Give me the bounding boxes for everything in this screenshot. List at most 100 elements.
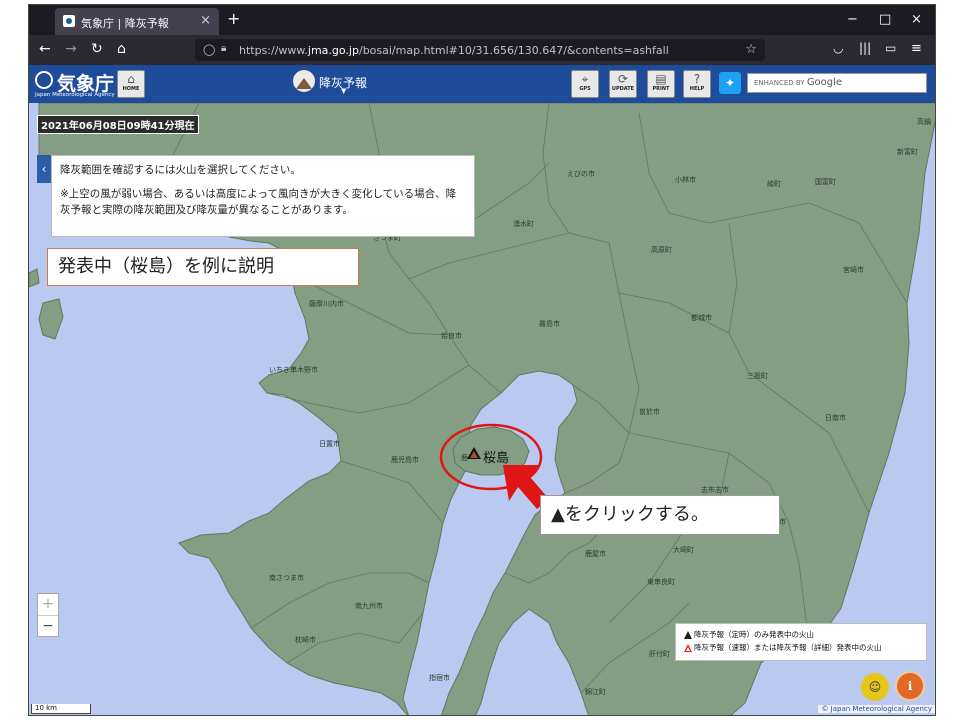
place-label: 都城市 bbox=[691, 314, 712, 322]
browser-window: 気象庁 | 降灰予報 × + − □ × ← → ↻ ⌂ ◯ 🔒︎ https:… bbox=[28, 4, 936, 716]
red-triangle-icon bbox=[684, 644, 692, 652]
zoom-in-button[interactable]: + bbox=[38, 594, 58, 616]
chevron-left-icon: ‹ bbox=[41, 162, 47, 176]
place-label: 高鍋 bbox=[917, 118, 931, 126]
help-button[interactable]: ? HELP bbox=[683, 70, 711, 98]
search-placeholder: ENHANCED BY bbox=[754, 79, 805, 87]
google-brand: Google bbox=[806, 77, 843, 88]
place-label: 南さつま市 bbox=[269, 574, 304, 582]
back-icon[interactable]: ← bbox=[39, 41, 51, 57]
home-button-label: HOME bbox=[122, 86, 140, 92]
info-panel: 降灰範囲を確認するには火山を選択してください。 ※上空の風が弱い場合、あるいは高… bbox=[51, 155, 475, 237]
tab-close-icon[interactable]: × bbox=[200, 13, 211, 28]
tab-title: 気象庁 | 降灰予報 bbox=[81, 17, 169, 30]
reload-icon[interactable]: ↻ bbox=[91, 41, 103, 57]
twitter-bird-icon[interactable]: ✦ bbox=[719, 72, 741, 94]
place-label: 霧島市 bbox=[539, 320, 560, 328]
content-selector[interactable]: 降灰予報 ▼ bbox=[293, 70, 367, 95]
tab-bar: 気象庁 | 降灰予報 × + − □ × bbox=[29, 5, 935, 35]
annotation-callout-example: 発表中（桜島）を例に説明 bbox=[47, 248, 359, 286]
scale-bar: 10 km bbox=[31, 704, 91, 714]
volcano-name-label[interactable]: 桜島 bbox=[483, 447, 509, 466]
volcano-triangle-icon[interactable] bbox=[467, 447, 481, 459]
book-info-icon[interactable]: ℹ bbox=[895, 671, 925, 701]
legend-row-regular: 降灰予報（定時）のみ発表中の火山 bbox=[684, 628, 918, 641]
print-button-label: PRINT bbox=[652, 86, 670, 92]
place-label: えびの市 bbox=[567, 170, 595, 178]
annotation-callout-click: ▲をクリックする。 bbox=[540, 495, 780, 535]
close-window-button[interactable]: × bbox=[911, 12, 922, 27]
map-canvas[interactable]: えびの市 小林市 綾町 国富町 新富町 高鍋 湧水町 高原町 宮崎市 さつま町 … bbox=[29, 103, 935, 715]
jma-logo-icon bbox=[35, 71, 53, 89]
library-icon[interactable]: ||| bbox=[859, 41, 871, 55]
place-label: 三股町 bbox=[747, 372, 768, 380]
legend-regular-label: 降灰予報（定時）のみ発表中の火山 bbox=[694, 630, 814, 639]
home-icon[interactable]: ⌂ bbox=[117, 41, 126, 57]
jma-header: 気象庁 Japan Meteorological Agency ⌂ HOME 降… bbox=[29, 65, 935, 105]
place-label: 曽於市 bbox=[639, 408, 660, 416]
url-text[interactable]: https://www.jma.go.jp/bosai/map.html#10/… bbox=[239, 44, 669, 57]
help-button-label: HELP bbox=[689, 86, 705, 92]
zoom-out-button[interactable]: − bbox=[38, 616, 58, 637]
place-label: 薩摩川内市 bbox=[309, 300, 344, 308]
solid-triangle-icon bbox=[684, 631, 692, 639]
info-note: ※上空の風が弱い場合、あるいは高度によって風向きが大きく変化している場合、降灰予… bbox=[60, 188, 457, 216]
place-label: 小林市 bbox=[675, 176, 696, 184]
gps-icon: ⌖ bbox=[581, 72, 589, 86]
info-instruction: 降灰範囲を確認するには火山を選択してください。 bbox=[60, 164, 301, 176]
menu-icon[interactable]: ≡ bbox=[911, 41, 922, 56]
google-search-input[interactable]: ENHANCED BY Google bbox=[747, 73, 927, 93]
place-label: 綾町 bbox=[767, 180, 781, 188]
chevron-down-icon: ▼ bbox=[341, 87, 347, 95]
place-label: 錦江町 bbox=[585, 688, 606, 696]
jma-favicon-icon bbox=[63, 15, 75, 27]
forward-icon[interactable]: → bbox=[65, 41, 77, 57]
place-label: 日南市 bbox=[825, 414, 846, 422]
place-label: 枕崎市 bbox=[295, 636, 316, 644]
url-bar[interactable]: ◯ 🔒︎ https://www.jma.go.jp/bosai/map.htm… bbox=[195, 39, 765, 61]
update-button[interactable]: ⟳ UPDATE bbox=[609, 70, 637, 98]
timestamp-label: 2021年06月08日09時41分現在 bbox=[37, 115, 199, 134]
legend-detailed-label: 降灰予報（速報）または降灰予報（詳細）発表中の火山 bbox=[694, 643, 882, 652]
print-button[interactable]: ▤ PRINT bbox=[647, 70, 675, 98]
update-button-label: UPDATE bbox=[611, 86, 635, 92]
shield-icon[interactable]: ◯ bbox=[203, 43, 215, 56]
bookmark-star-icon[interactable]: ☆ bbox=[745, 42, 757, 57]
maximize-button[interactable]: □ bbox=[879, 12, 891, 27]
jma-logo[interactable]: 気象庁 Japan Meteorological Agency bbox=[35, 69, 115, 99]
place-label: 新富町 bbox=[897, 148, 918, 156]
place-label: 日置市 bbox=[319, 440, 340, 448]
place-label: 高原町 bbox=[651, 246, 672, 254]
browser-tab[interactable]: 気象庁 | 降灰予報 × bbox=[55, 8, 219, 35]
zoom-control: + − bbox=[37, 593, 59, 637]
update-icon: ⟳ bbox=[617, 72, 629, 86]
copyright-text: © Japan Meteorological Agency bbox=[818, 705, 935, 713]
place-label: 大崎町 bbox=[673, 546, 694, 554]
place-label: 宮崎市 bbox=[843, 266, 864, 274]
new-tab-button[interactable]: + bbox=[227, 9, 240, 28]
logo-english: Japan Meteorological Agency bbox=[35, 92, 115, 98]
panel-collapse-button[interactable]: ‹ bbox=[37, 155, 51, 183]
minimize-button[interactable]: − bbox=[847, 12, 858, 27]
place-label: いちき串木野市 bbox=[269, 366, 318, 374]
gps-button-label: GPS bbox=[579, 86, 591, 92]
place-label: 国富町 bbox=[815, 178, 836, 186]
print-icon: ▤ bbox=[655, 72, 667, 86]
place-label: 肝付町 bbox=[649, 650, 670, 658]
place-label: 指宿市 bbox=[429, 674, 450, 682]
gps-button[interactable]: ⌖ GPS bbox=[571, 70, 599, 98]
place-label: 志布志市 bbox=[701, 486, 729, 494]
volcano-icon bbox=[293, 70, 315, 92]
place-label: 湧水町 bbox=[513, 220, 534, 228]
place-label: 鹿児島市 bbox=[391, 456, 419, 464]
map-legend: 降灰予報（定時）のみ発表中の火山 降灰予報（速報）または降灰予報（詳細）発表中の… bbox=[675, 623, 927, 661]
place-label: 鹿屋市 bbox=[585, 550, 606, 558]
lock-icon[interactable]: 🔒︎ bbox=[221, 43, 226, 54]
guide-person-icon[interactable]: ☺ bbox=[861, 673, 889, 701]
help-icon: ? bbox=[693, 72, 701, 86]
pocket-icon[interactable]: ◡ bbox=[833, 41, 843, 55]
home-button[interactable]: ⌂ HOME bbox=[117, 70, 145, 98]
navigation-bar: ← → ↻ ⌂ ◯ 🔒︎ https://www.jma.go.jp/bosai… bbox=[29, 35, 935, 65]
sidebar-icon[interactable]: ▭ bbox=[885, 41, 896, 55]
place-label: 南九州市 bbox=[355, 602, 383, 610]
